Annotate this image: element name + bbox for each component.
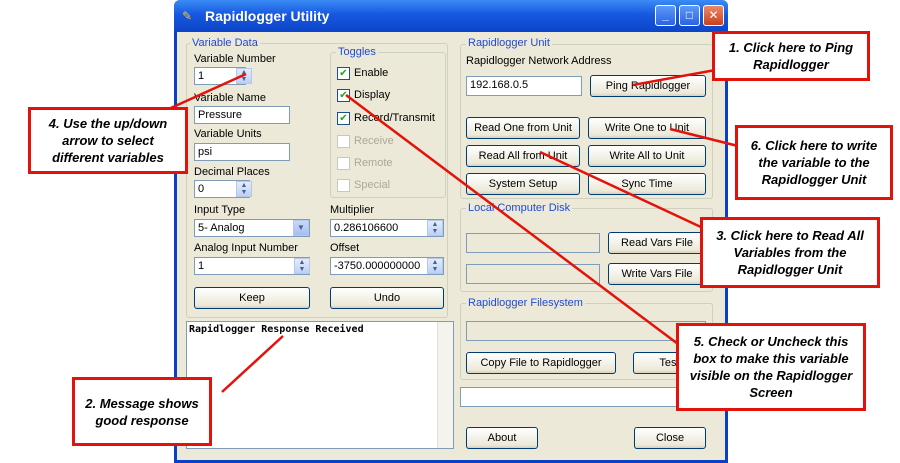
callout-6: 6. Click here to write the variable to t…: [735, 125, 893, 200]
callout-4: 4. Use the up/down arrow to select diffe…: [28, 107, 188, 174]
callout-3: 3. Click here to Read All Variables from…: [700, 217, 880, 288]
arrow-3: [539, 150, 704, 230]
arrow-6: [669, 127, 739, 148]
callout-2: 2. Message shows good response: [72, 377, 212, 446]
callout-1: 1. Click here to Ping Rapidlogger: [712, 31, 870, 81]
arrow-2: [221, 335, 284, 393]
callout-5: 5. Check or Uncheck this box to make thi…: [676, 323, 866, 411]
arrow-5: [345, 94, 679, 345]
